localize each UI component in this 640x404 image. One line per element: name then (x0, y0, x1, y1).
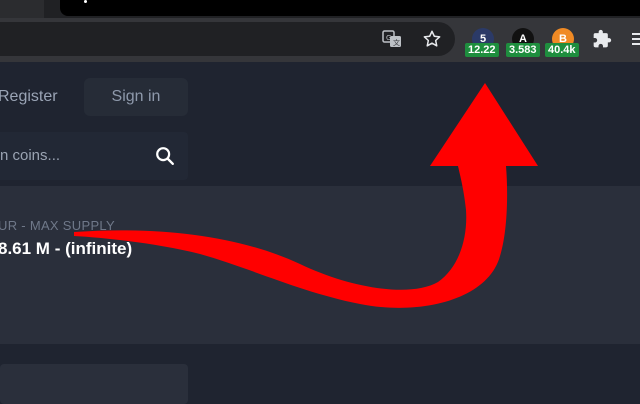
tab-strip (0, 0, 640, 18)
extension-5-badge: 12.22 (465, 43, 499, 57)
browser-menu-icon[interactable] (632, 30, 640, 48)
bottom-card (0, 364, 188, 404)
search-placeholder: n coins... (0, 147, 61, 164)
coin-search-input[interactable]: n coins... (0, 132, 188, 180)
translate-icon[interactable]: G 文 (379, 26, 405, 52)
coin-stats-panel: UR - MAX SUPPLY 8.61 M - (infinite) (0, 186, 640, 344)
active-tab[interactable] (60, 0, 640, 16)
bookmark-star-icon[interactable] (419, 26, 445, 52)
background-tab[interactable] (0, 0, 44, 18)
search-icon[interactable] (154, 145, 176, 167)
max-supply-value: 8.61 M - (infinite) (0, 239, 133, 258)
svg-text:文: 文 (393, 38, 400, 47)
register-link[interactable]: Register (0, 88, 58, 106)
page-content: Register Sign in n coins... UR - MAX SUP… (0, 62, 640, 404)
extension-a-badge: 3.583 (506, 43, 540, 57)
signin-label: Sign in (111, 88, 161, 105)
extensions-puzzle-icon[interactable] (590, 27, 614, 51)
max-supply-label: UR - MAX SUPPLY (0, 218, 115, 233)
tab-favicon-icon (84, 0, 87, 3)
extension-b-badge: 40.4k (545, 43, 579, 57)
signin-button[interactable]: Sign in (84, 78, 188, 116)
svg-text:G: G (386, 34, 391, 42)
